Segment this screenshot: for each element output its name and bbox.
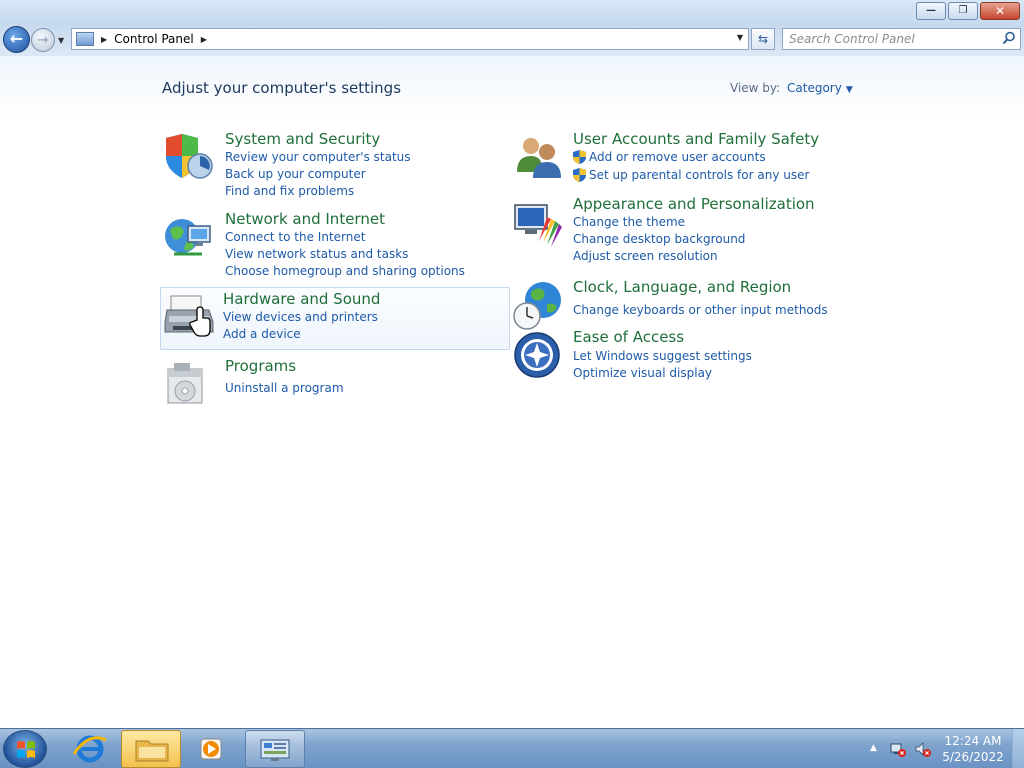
link-devices-printers[interactable]: View devices and printers (223, 310, 378, 324)
back-button[interactable]: ← (3, 26, 30, 53)
users-icon[interactable] (513, 132, 565, 184)
category-title-user-accounts[interactable]: User Accounts and Family Safety (573, 130, 819, 148)
taskbar-internet-explorer[interactable] (62, 730, 122, 768)
ease-of-access-icon[interactable] (513, 330, 565, 382)
link-parental-controls[interactable]: Set up parental controls for any user (589, 168, 809, 182)
volume-muted-icon[interactable] (915, 741, 931, 757)
category-programs: Programs Uninstall a program (162, 357, 512, 419)
category-title-hardware-sound[interactable]: Hardware and Sound (223, 290, 380, 308)
refresh-icon: ⇆ (757, 32, 769, 46)
category-ease-of-access: Ease of Access Let Windows suggest setti… (510, 328, 860, 390)
window-controls: — ❐ ✕ (916, 2, 1020, 20)
search-icon[interactable] (1002, 31, 1016, 45)
restore-icon: ❐ (958, 5, 968, 16)
clock-time: 12:24 AM (944, 734, 1002, 748)
address-bar[interactable]: ▶ Control Panel ▶ ▼ (71, 28, 749, 50)
window-title-bar[interactable]: — ❐ ✕ (0, 0, 1024, 24)
programs-icon[interactable] (162, 359, 214, 411)
minimize-icon: — (926, 5, 936, 16)
link-windows-suggest[interactable]: Let Windows suggest settings (573, 349, 752, 363)
uac-shield-icon (573, 168, 586, 182)
view-by-dropdown[interactable]: Category ▼ (787, 81, 853, 95)
search-box (782, 28, 1021, 50)
folder-icon (135, 740, 169, 762)
link-network-status[interactable]: View network status and tasks (225, 247, 408, 261)
appearance-icon[interactable] (513, 197, 565, 249)
link-connect-internet[interactable]: Connect to the Internet (225, 230, 365, 244)
view-by-value: Category (787, 81, 842, 95)
close-icon: ✕ (994, 4, 1006, 18)
category-appearance: Appearance and Personalization Change th… (510, 195, 860, 263)
link-add-remove-accounts[interactable]: Add or remove user accounts (589, 150, 766, 164)
link-optimize-display[interactable]: Optimize visual display (573, 366, 712, 380)
link-add-device[interactable]: Add a device (223, 327, 301, 341)
media-player-icon (200, 738, 222, 760)
start-button[interactable] (3, 730, 47, 768)
taskbar-windows-explorer[interactable] (121, 730, 181, 768)
link-find-fix[interactable]: Find and fix problems (225, 184, 354, 198)
link-change-keyboards[interactable]: Change keyboards or other input methods (573, 303, 828, 317)
view-by-label: View by: (730, 81, 781, 95)
forward-button[interactable]: → (31, 28, 55, 52)
link-uninstall-program[interactable]: Uninstall a program (225, 381, 344, 395)
system-clock[interactable]: 12:24 AM 5/26/2022 (938, 733, 1008, 765)
globe-clock-icon[interactable] (513, 280, 565, 332)
category-title-ease-of-access[interactable]: Ease of Access (573, 328, 684, 346)
show-hidden-icons-button[interactable]: ▲ (870, 743, 877, 753)
breadcrumb-separator-icon[interactable]: ▶ (201, 35, 207, 44)
category-title-system-security[interactable]: System and Security (225, 130, 380, 148)
control-panel-content: Adjust your computer's settings View by:… (0, 56, 1024, 728)
link-change-theme[interactable]: Change the theme (573, 215, 685, 229)
control-panel-icon (76, 32, 94, 46)
category-user-accounts: User Accounts and Family Safety Add or r… (510, 130, 860, 192)
minimize-button[interactable]: — (916, 2, 946, 20)
close-button[interactable]: ✕ (980, 2, 1020, 20)
refresh-button[interactable]: ⇆ (751, 28, 775, 50)
taskbar-control-panel[interactable] (245, 730, 305, 768)
dropdown-arrow-icon: ▼ (845, 85, 853, 95)
shield-icon[interactable] (162, 132, 214, 184)
breadcrumb-control-panel[interactable]: Control Panel (114, 32, 194, 46)
link-homegroup[interactable]: Choose homegroup and sharing options (225, 264, 465, 278)
printer-icon[interactable] (163, 290, 215, 342)
navigation-bar: ← → ▼ ▶ Control Panel ▶ ▼ ⇆ (0, 24, 1024, 56)
globe-network-icon[interactable] (162, 212, 214, 264)
show-desktop-button[interactable] (1012, 729, 1024, 768)
search-input[interactable] (783, 29, 993, 49)
forward-arrow-icon: → (37, 32, 49, 48)
taskbar: ▲ 12:24 AM 5/26/2022 (0, 728, 1024, 768)
recent-pages-dropdown[interactable]: ▼ (58, 36, 64, 45)
internet-explorer-icon (72, 735, 107, 763)
windows-logo-icon (17, 741, 35, 758)
back-arrow-icon: ← (9, 28, 24, 48)
restore-button[interactable]: ❐ (948, 2, 978, 20)
control-panel-icon (260, 739, 290, 761)
taskbar-media-player[interactable] (183, 730, 243, 768)
category-title-programs[interactable]: Programs (225, 357, 296, 375)
page-title: Adjust your computer's settings (162, 79, 402, 97)
category-title-appearance[interactable]: Appearance and Personalization (573, 195, 815, 213)
category-system-security: System and Security Review your computer… (162, 130, 512, 198)
link-review-status[interactable]: Review your computer's status (225, 150, 411, 164)
clock-date: 5/26/2022 (942, 750, 1004, 764)
category-title-network-internet[interactable]: Network and Internet (225, 210, 385, 228)
category-hardware-sound[interactable]: Hardware and Sound View devices and prin… (160, 287, 510, 350)
address-dropdown-icon[interactable]: ▼ (737, 33, 743, 42)
network-status-icon[interactable] (890, 741, 906, 757)
category-title-clock-region[interactable]: Clock, Language, and Region (573, 278, 791, 296)
category-network-internet: Network and Internet Connect to the Inte… (162, 210, 512, 278)
uac-shield-icon (573, 150, 586, 164)
breadcrumb-separator-icon[interactable]: ▶ (101, 35, 107, 44)
link-desktop-background[interactable]: Change desktop background (573, 232, 745, 246)
link-backup[interactable]: Back up your computer (225, 167, 366, 181)
link-screen-resolution[interactable]: Adjust screen resolution (573, 249, 718, 263)
